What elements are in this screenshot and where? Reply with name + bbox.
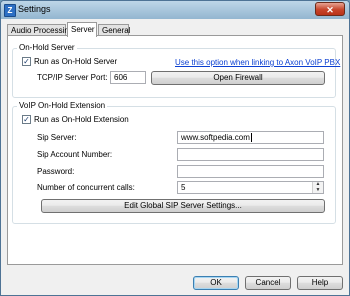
password-label: Password: (37, 167, 75, 176)
open-firewall-button[interactable]: Open Firewall (151, 71, 325, 85)
tcp-port-input[interactable]: 606 (110, 71, 146, 84)
run-onhold-server-checkbox[interactable]: ✓ Run as On-Hold Server (22, 57, 117, 66)
concurrent-calls-label: Number of concurrent calls: (37, 183, 135, 192)
sip-server-label: Sip Server: (37, 133, 77, 142)
sip-server-value: www.softpedia.com (181, 133, 250, 142)
edit-global-sip-settings-button[interactable]: Edit Global SIP Server Settings... (41, 199, 325, 213)
server-tab-panel: On-Hold Server ✓ Run as On-Hold Server U… (7, 35, 343, 265)
password-input[interactable] (177, 165, 324, 178)
help-button[interactable]: Help (297, 276, 343, 290)
settings-window: Z Settings ✕ Audio Processing Server Gen… (0, 0, 350, 296)
close-button[interactable]: ✕ (315, 2, 345, 16)
checkbox-check-icon: ✓ (22, 115, 31, 124)
axon-pbx-link[interactable]: Use this option when linking to Axon VoI… (175, 58, 340, 67)
onhold-server-group: On-Hold Server ✓ Run as On-Hold Server U… (12, 43, 340, 98)
voip-extension-group: VoIP On-Hold Extension ✓ Run as On-Hold … (12, 101, 336, 224)
checkbox-check-icon: ✓ (22, 57, 31, 66)
sip-account-label: Sip Account Number: (37, 150, 113, 159)
onhold-server-group-title: On-Hold Server (17, 43, 77, 52)
text-caret (250, 133, 252, 143)
concurrent-calls-stepper[interactable]: 5 ▲ ▼ (177, 181, 324, 194)
spin-down-icon[interactable]: ▼ (313, 188, 323, 193)
title-bar[interactable]: Z Settings ✕ (1, 1, 349, 19)
spin-buttons: ▲ ▼ (312, 182, 323, 193)
tab-server[interactable]: Server (67, 22, 97, 37)
run-onhold-server-label: Run as On-Hold Server (34, 57, 118, 66)
tcp-port-label: TCP/IP Server Port: (37, 73, 108, 82)
window-title: Settings (18, 4, 51, 14)
app-icon: Z (4, 4, 16, 17)
sip-server-input[interactable]: www.softpedia.com (177, 131, 324, 144)
run-onhold-extension-label: Run as On-Hold Extension (34, 115, 129, 124)
voip-extension-group-title: VoIP On-Hold Extension (17, 101, 108, 110)
cancel-button[interactable]: Cancel (245, 276, 291, 290)
concurrent-calls-value: 5 (181, 183, 186, 192)
ok-button[interactable]: OK (193, 276, 239, 290)
run-onhold-extension-checkbox[interactable]: ✓ Run as On-Hold Extension (22, 115, 129, 124)
sip-account-input[interactable] (177, 148, 324, 161)
